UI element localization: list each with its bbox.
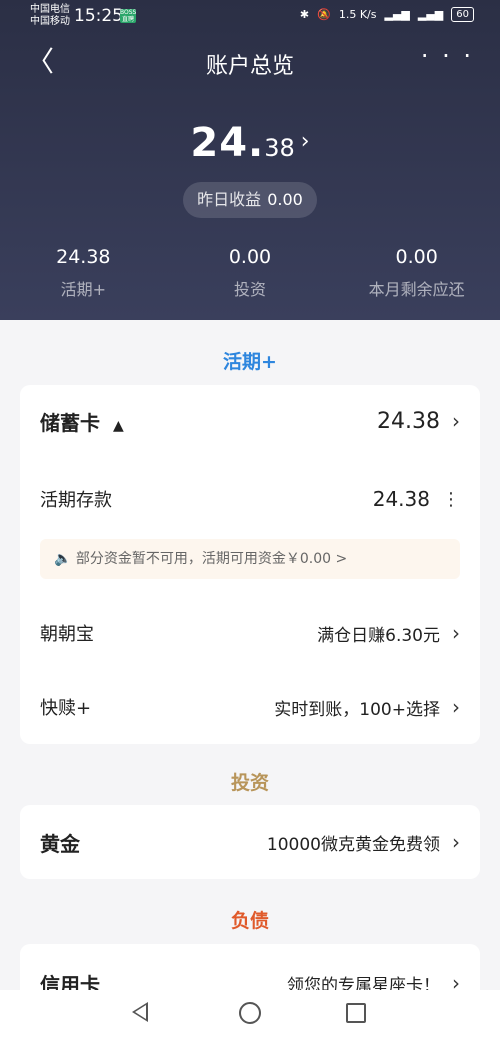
home-circle-icon[interactable] — [239, 1002, 261, 1024]
section-title-debt: 负债 — [230, 910, 269, 932]
summary-label: 活期+ — [60, 280, 107, 299]
deposit-label: 活期存款 — [40, 490, 112, 511]
chevron-right-icon: › — [452, 695, 460, 719]
carrier-2: 中国移动 — [30, 16, 70, 27]
summary-label: 本月剩余应还 — [368, 280, 465, 299]
yesterday-label: 昨日收益 — [197, 190, 262, 209]
section-title-invest: 投资 — [230, 772, 269, 794]
savings-card-row[interactable]: 储蓄卡 ▲ 24.38 › — [40, 405, 460, 437]
kuaishu-row[interactable]: 快赎+ 实时到账，100+选择 › — [40, 691, 460, 723]
summary-label: 投资 — [233, 280, 266, 299]
summary-value: 0.00 — [228, 246, 272, 268]
bluetooth-icon: ✱ — [299, 8, 310, 21]
gold-label: 黄金 — [40, 831, 80, 856]
yesterday-value: 0.00 — [267, 190, 303, 209]
triangle-up-icon: ▲ — [112, 417, 124, 434]
summary-repay[interactable]: 0.00 本月剩余应还 — [333, 246, 500, 300]
notice-text: 部分资金暂不可用，活期可用资金￥0.00 > — [75, 551, 348, 567]
availability-notice[interactable]: 🔈 部分资金暂不可用，活期可用资金￥0.00 > — [40, 539, 460, 579]
gold-value: 10000微克黄金免费领 — [266, 834, 440, 855]
top-nav: 〈 账户总览 · · · — [0, 42, 500, 82]
zhaozhao-value: 满仓日赚6.30元 — [317, 625, 440, 646]
deposit-value: 24.38 — [372, 487, 430, 511]
section-title-current: 活期+ — [223, 351, 277, 373]
carrier-1: 中国电信 — [30, 4, 70, 15]
battery-icon: 60 — [451, 7, 474, 22]
summary-value: 24.38 — [56, 246, 111, 268]
mute-icon: 🔕 — [317, 8, 331, 21]
card-current: 储蓄卡 ▲ 24.38 › 活期存款 24.38 ⋮ 🔈 部分资金暂不可用，活期… — [20, 385, 480, 744]
vertical-dots-icon[interactable]: ⋮ — [442, 489, 460, 510]
summary-current[interactable]: 24.38 活期+ — [0, 246, 167, 300]
network-speed: 1.5 K/s — [338, 8, 377, 21]
signal-icon-2: ▂▄▆ — [417, 8, 444, 21]
chevron-right-icon: › — [452, 409, 460, 433]
speaker-icon: 🔈 — [54, 551, 72, 567]
deposit-row[interactable]: 活期存款 24.38 ⋮ — [40, 483, 460, 515]
total-balance[interactable]: 24.38 › — [0, 120, 500, 166]
kuaishu-label: 快赎+ — [40, 698, 92, 719]
status-icons: ✱ 🔕 1.5 K/s ▂▄▆ ▂▄▆ 60 — [300, 7, 474, 22]
gold-row[interactable]: 黄金 10000微克黄金免费领 › — [40, 825, 460, 859]
chevron-right-icon: › — [452, 621, 460, 645]
summary-value: 0.00 — [395, 246, 438, 268]
zhaozhao-row[interactable]: 朝朝宝 满仓日赚6.30元 › — [40, 617, 460, 649]
kuaishu-value: 实时到账，100+选择 — [274, 699, 440, 720]
recents-square-icon[interactable] — [346, 1003, 366, 1023]
total-decimal: 38 — [264, 134, 295, 162]
chevron-right-icon: › — [452, 830, 460, 854]
boss-app-icon: BOSS 直聘 — [120, 9, 137, 23]
summary-row: 24.38 活期+ 0.00 投资 0.00 本月剩余应还 — [0, 246, 500, 300]
account-header: 中国电信 中国移动 15:25 BOSS 直聘 ✱ 🔕 1.5 K/s ▂▄▆ … — [0, 0, 500, 320]
savings-card-title: 储蓄卡 — [40, 410, 100, 435]
signal-icon: ▂▄▆ — [384, 8, 410, 21]
back-triangle-icon[interactable] — [132, 1002, 148, 1022]
carrier-labels: 中国电信 中国移动 — [30, 4, 70, 28]
chevron-right-icon: › — [300, 129, 310, 154]
more-icon[interactable]: · · · — [421, 42, 474, 70]
yesterday-earnings: 昨日收益 0.00 — [183, 182, 317, 218]
card-invest: 黄金 10000微克黄金免费领 › — [20, 805, 480, 879]
total-integer: 24. — [190, 120, 265, 166]
status-bar: 中国电信 中国移动 15:25 BOSS 直聘 ✱ 🔕 1.5 K/s ▂▄▆ … — [0, 0, 500, 34]
savings-card-value: 24.38 — [377, 408, 440, 434]
system-nav-bar — [0, 990, 500, 1039]
zhaozhao-label: 朝朝宝 — [40, 624, 94, 645]
status-time: 15:25 — [74, 6, 123, 26]
summary-invest[interactable]: 0.00 投资 — [167, 246, 334, 300]
